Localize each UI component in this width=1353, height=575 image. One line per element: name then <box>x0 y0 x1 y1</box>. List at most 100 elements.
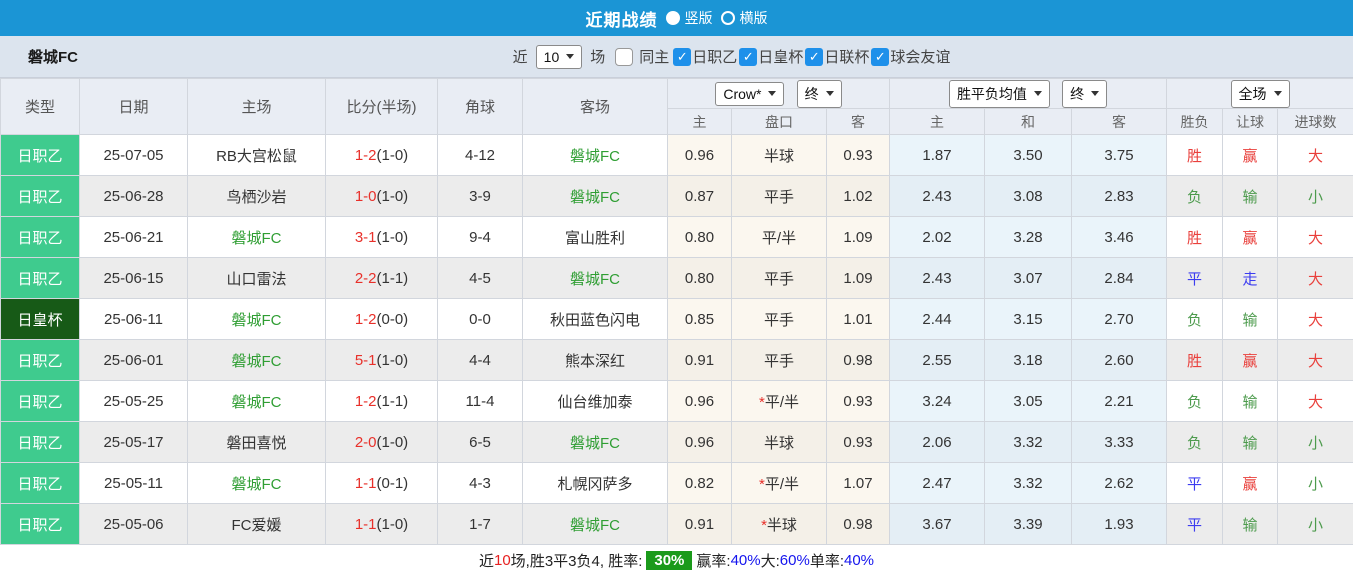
handicap-result-cell: 赢 <box>1223 463 1278 504</box>
radio-vertical-layout[interactable]: 竖版 <box>666 8 713 28</box>
outcome-cell: 胜 <box>1167 217 1223 258</box>
asian-away-odds-cell: 1.09 <box>827 258 890 299</box>
euro-home-odds-cell: 3.67 <box>890 504 985 545</box>
goals-result-cell: 大 <box>1278 258 1353 299</box>
goals-result-cell: 小 <box>1278 463 1353 504</box>
col-header-away: 客场 <box>523 79 668 135</box>
euro-home-odds-cell: 2.55 <box>890 340 985 381</box>
summary-text: 10 <box>494 552 511 569</box>
filter-bar: 磐城FC 近 10 场 同主 ✓日职乙✓日皇杯✓日联杯✓球会友谊 <box>0 36 1353 78</box>
euro-home-odds-cell: 1.87 <box>890 135 985 176</box>
league-type-cell: 日职乙 <box>1 135 80 176</box>
date-cell: 25-05-06 <box>80 504 188 545</box>
date-cell: 25-05-25 <box>80 381 188 422</box>
asian-home-odds-cell: 0.91 <box>668 340 732 381</box>
league-type-cell: 日职乙 <box>1 381 80 422</box>
handicap-cell: *平/半 <box>732 463 827 504</box>
euro-away-odds-cell: 3.46 <box>1072 217 1167 258</box>
euro-draw-odds-cell: 3.32 <box>985 463 1072 504</box>
summary-text: 近 <box>479 550 494 571</box>
away-team-cell: 磐城FC <box>523 176 668 217</box>
away-team-cell: 熊本深红 <box>523 340 668 381</box>
euro-away-odds-cell: 2.62 <box>1072 463 1167 504</box>
score-cell: 5-1(1-0) <box>326 340 438 381</box>
corners-cell: 4-5 <box>438 258 523 299</box>
score-cell: 1-0(1-0) <box>326 176 438 217</box>
league-type-cell: 日职乙 <box>1 176 80 217</box>
match-row: 日职乙25-06-28鸟栖沙岩1-0(1-0)3-9磐城FC0.87平手1.02… <box>1 176 1353 217</box>
checkbox-checked-icon[interactable]: ✓ <box>871 48 889 66</box>
handicap-result-cell: 赢 <box>1223 217 1278 258</box>
handicap-result-cell: 走 <box>1223 258 1278 299</box>
handicap-cell: 平手 <box>732 176 827 217</box>
corners-cell: 6-5 <box>438 422 523 463</box>
league-filter-item[interactable]: ✓日皇杯 <box>739 46 803 67</box>
asian-away-odds-cell: 0.93 <box>827 381 890 422</box>
top-bar: 近期战绩 竖版 横版 <box>0 0 1353 36</box>
euro-away-odds-cell: 2.21 <box>1072 381 1167 422</box>
corners-cell: 1-7 <box>438 504 523 545</box>
euro-home-odds-cell: 2.02 <box>890 217 985 258</box>
summary-text: 大: <box>761 550 780 571</box>
home-team-cell: FC爱媛 <box>188 504 326 545</box>
score-cell: 3-1(1-0) <box>326 217 438 258</box>
asian-away-odds-cell: 0.98 <box>827 340 890 381</box>
col-header-date: 日期 <box>80 79 188 135</box>
summary-text: 40% <box>731 552 761 569</box>
league-type-cell: 日职乙 <box>1 258 80 299</box>
asian-home-odds-cell: 0.80 <box>668 217 732 258</box>
home-team-cell: 山口雷法 <box>188 258 326 299</box>
same-home-label: 同主 <box>639 46 669 67</box>
euro-odds-time-select[interactable]: 终 <box>1062 80 1107 108</box>
radio-horizontal-layout[interactable]: 横版 <box>721 8 768 28</box>
league-type-cell: 日皇杯 <box>1 299 80 340</box>
asian-away-odds-cell: 1.09 <box>827 217 890 258</box>
sub-header-goals: 进球数 <box>1278 109 1353 135</box>
checkbox-checked-icon[interactable]: ✓ <box>739 48 757 66</box>
score-cell: 1-1(0-1) <box>326 463 438 504</box>
league-filter-item[interactable]: ✓球会友谊 <box>871 46 950 67</box>
league-filter-label: 日皇杯 <box>758 46 803 67</box>
win-rate-badge: 30% <box>646 551 692 570</box>
match-row: 日职乙25-06-15山口雷法2-2(1-1)4-5磐城FC0.80平手1.09… <box>1 258 1353 299</box>
bookmaker-select[interactable]: Crow* <box>715 82 784 106</box>
outcome-cell: 平 <box>1167 258 1223 299</box>
corners-cell: 9-4 <box>438 217 523 258</box>
same-home-checkbox[interactable] <box>615 48 633 66</box>
outcome-cell: 胜 <box>1167 135 1223 176</box>
chevron-down-icon <box>826 91 834 96</box>
away-team-cell: 磐城FC <box>523 135 668 176</box>
match-count-select[interactable]: 10 <box>536 45 583 69</box>
handicap-cell: *半球 <box>732 504 827 545</box>
summary-text: 单率: <box>810 550 844 571</box>
euro-draw-odds-cell: 3.28 <box>985 217 1072 258</box>
euro-odds-type-select[interactable]: 胜平负均值 <box>949 80 1050 108</box>
goals-result-cell: 大 <box>1278 217 1353 258</box>
league-filter-label: 日联杯 <box>824 46 869 67</box>
euro-draw-odds-cell: 3.32 <box>985 422 1072 463</box>
col-header-home: 主场 <box>188 79 326 135</box>
euro-away-odds-cell: 3.33 <box>1072 422 1167 463</box>
outcome-cell: 负 <box>1167 176 1223 217</box>
score-cell: 1-2(1-0) <box>326 135 438 176</box>
near-label: 近 <box>513 46 528 67</box>
euro-time-value: 终 <box>1070 84 1084 104</box>
away-team-cell: 秋田蓝色闪电 <box>523 299 668 340</box>
league-filter-item[interactable]: ✓日联杯 <box>805 46 869 67</box>
sub-header-euro-home: 主 <box>890 109 985 135</box>
match-row: 日职乙25-06-01磐城FC5-1(1-0)4-4熊本深红0.91平手0.98… <box>1 340 1353 381</box>
euro-home-odds-cell: 2.47 <box>890 463 985 504</box>
league-filter-item[interactable]: ✓日职乙 <box>673 46 737 67</box>
match-scope-select[interactable]: 全场 <box>1231 80 1290 108</box>
radio-unselected-icon <box>721 11 735 25</box>
checkbox-checked-icon[interactable]: ✓ <box>805 48 823 66</box>
date-cell: 25-06-21 <box>80 217 188 258</box>
goals-result-cell: 大 <box>1278 381 1353 422</box>
asian-odds-time-select[interactable]: 终 <box>797 80 842 108</box>
col-header-type: 类型 <box>1 79 80 135</box>
handicap-cell: 平手 <box>732 258 827 299</box>
checkbox-checked-icon[interactable]: ✓ <box>673 48 691 66</box>
league-filter-label: 球会友谊 <box>890 46 950 67</box>
asian-home-odds-cell: 0.96 <box>668 135 732 176</box>
outcome-cell: 负 <box>1167 299 1223 340</box>
